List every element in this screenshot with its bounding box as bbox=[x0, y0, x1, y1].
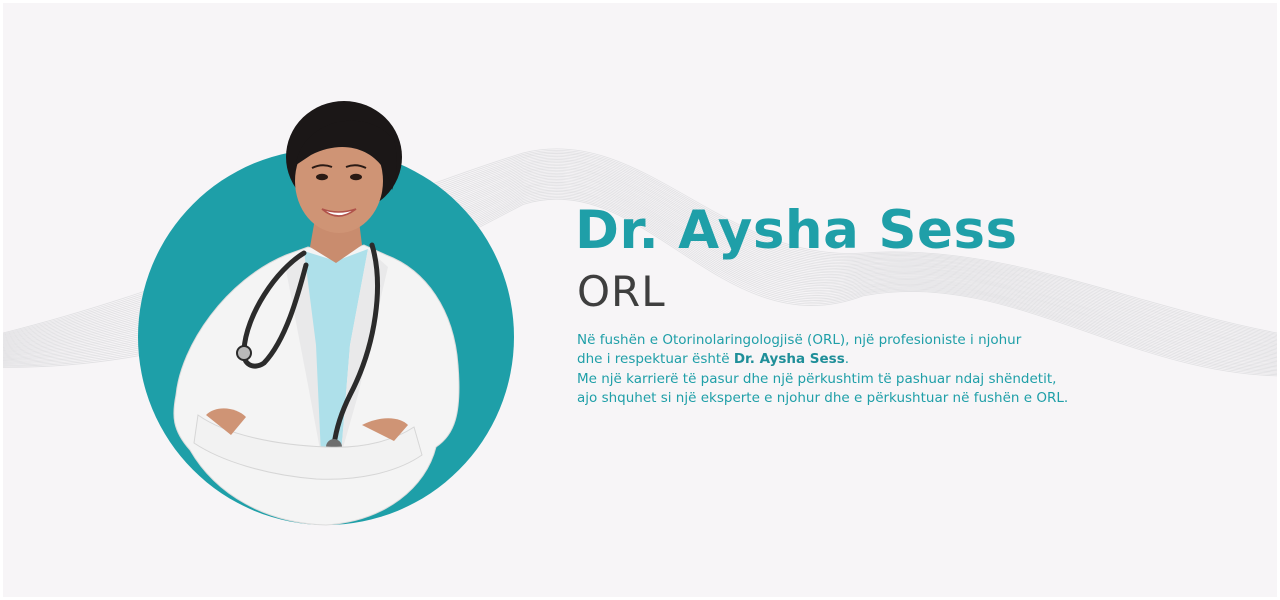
bio-line-2-prefix: dhe i respektuar është bbox=[577, 351, 734, 368]
bio-line-2-suffix: . bbox=[844, 351, 850, 368]
bio-line-4: ajo shquhet si një eksperte e njohur dhe… bbox=[577, 389, 1069, 406]
doctor-info: Dr. Aysha Sess ORL Në fushën e Otorinola… bbox=[575, 199, 1215, 408]
doctor-name: Dr. Aysha Sess bbox=[575, 200, 1018, 261]
doctor-portrait bbox=[138, 101, 514, 526]
bio-line-1: Në fushën e Otorinolaringologjisë (ORL),… bbox=[577, 332, 1022, 348]
bio-doctor-name: Dr. Aysha Sess bbox=[733, 351, 845, 368]
doctor-specialty: ORL bbox=[577, 267, 666, 316]
doctor-profile-banner: Dr. Aysha Sess ORL Në fushën e Otorinola… bbox=[3, 3, 1277, 597]
bio-line-2: dhe i respektuar është Dr. Aysha Sess. bbox=[577, 350, 1215, 369]
bio-line-3: Me një karrierë të pasur dhe një përkush… bbox=[577, 370, 1057, 387]
doctor-bio: Në fushën e Otorinolaringologjisë (ORL),… bbox=[577, 331, 1215, 408]
